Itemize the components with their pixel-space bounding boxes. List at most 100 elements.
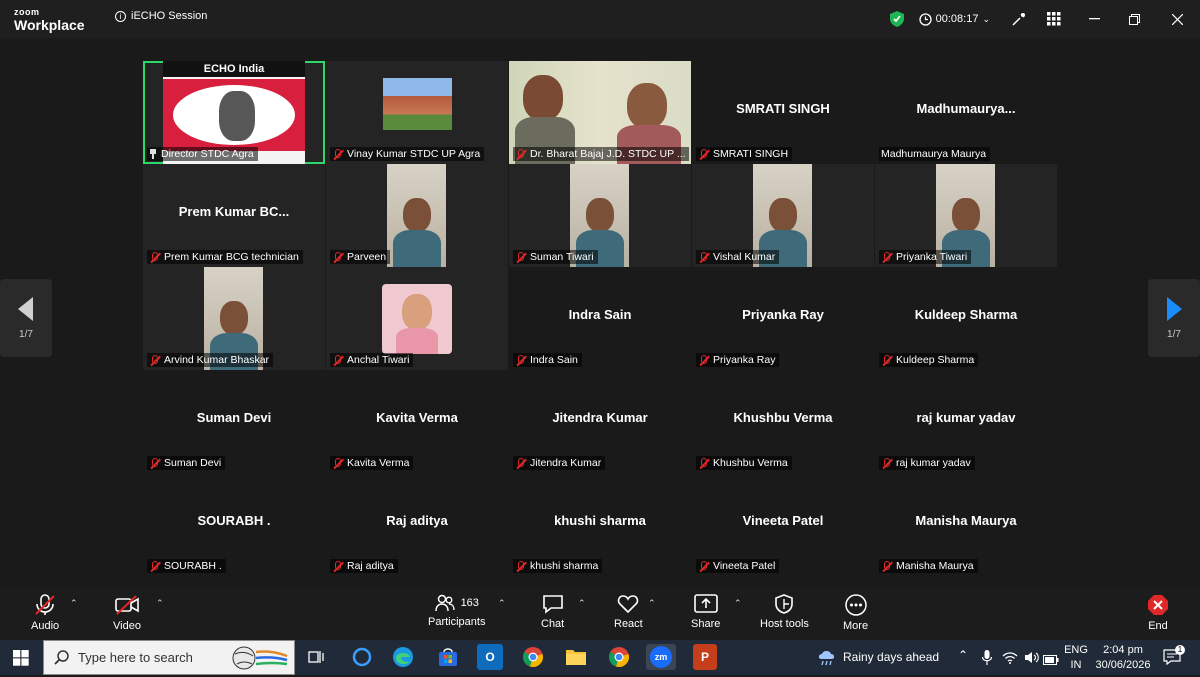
search-icon	[54, 649, 69, 665]
participant-tile[interactable]: SOURABH . SOURABH .	[143, 473, 325, 576]
participant-name: Manisha Maurya	[896, 560, 974, 572]
participant-tile[interactable]: Vinay Kumar STDC UP Agra	[326, 61, 508, 164]
shield-icon[interactable]	[887, 0, 907, 38]
minimize-icon[interactable]	[1074, 0, 1114, 38]
windows-start-icon[interactable]	[13, 650, 29, 671]
arrow-left-icon	[18, 296, 33, 321]
participant-tile[interactable]: Vishal Kumar	[692, 164, 874, 267]
share-button[interactable]: Share	[691, 594, 720, 630]
participant-name-label: Arvind Kumar Bhaskar	[147, 353, 274, 367]
participant-display-name: Raj aditya	[386, 513, 448, 528]
participant-tile[interactable]: Dr. Bharat Bajaj J.D. STDC UP ...	[509, 61, 691, 164]
wifi-icon[interactable]	[1002, 651, 1018, 669]
file-explorer-icon[interactable]	[563, 644, 589, 670]
task-view-icon[interactable]	[303, 644, 329, 670]
volume-icon[interactable]	[1024, 651, 1040, 669]
session-info[interactable]: i iECHO Session	[115, 10, 207, 22]
participants-options-caret[interactable]: ⌃	[498, 598, 506, 609]
timer-text: 00:08:17	[935, 13, 979, 25]
annotate-icon[interactable]	[1004, 0, 1034, 38]
host-tools-button[interactable]: Host tools	[760, 594, 809, 630]
video-button[interactable]: Video	[113, 594, 141, 632]
participant-name-label: Indra Sain	[513, 353, 582, 367]
participant-tile[interactable]: raj kumar yadav raj kumar yadav	[875, 370, 1057, 473]
host-tools-label: Host tools	[760, 618, 809, 630]
battery-icon[interactable]	[1043, 652, 1059, 670]
participant-tile[interactable]: Arvind Kumar Bhaskar	[143, 267, 325, 370]
participant-tile[interactable]: ECHO India Director STDC Agra	[143, 61, 325, 164]
clock[interactable]: 2:04 pm 30/06/2026	[1094, 643, 1152, 673]
participant-tile[interactable]: Prem Kumar BC... Prem Kumar BCG technicia…	[143, 164, 325, 267]
notification-icon[interactable]: 1	[1163, 645, 1185, 670]
participant-name: Raj aditya	[347, 560, 394, 572]
participants-button[interactable]: 163 Participants	[428, 594, 485, 628]
participant-tile[interactable]: Suman Tiwari	[509, 164, 691, 267]
audio-button[interactable]: Audio	[31, 594, 59, 632]
participant-tile[interactable]: Priyanka Ray Priyanka Ray	[692, 267, 874, 370]
share-options-caret[interactable]: ⌃	[734, 598, 742, 609]
weather-text[interactable]: Rainy days ahead	[843, 650, 939, 665]
restore-icon[interactable]	[1114, 0, 1154, 38]
video-options-caret[interactable]: ⌃	[156, 598, 164, 609]
participant-tile[interactable]: Priyanka Tiwari	[875, 164, 1057, 267]
participant-tile[interactable]: khushi sharma khushi sharma	[509, 473, 691, 576]
participant-tile[interactable]: Kuldeep Sharma Kuldeep Sharma	[875, 267, 1057, 370]
zoom-taskbar-icon[interactable]: zm	[646, 644, 676, 670]
info-icon[interactable]: i	[115, 10, 126, 22]
pin-icon	[149, 149, 158, 159]
taskbar-search-box[interactable]: Type here to search	[43, 640, 295, 675]
gallery-grid: ECHO India Director STDC Agra Vinay Kumar …	[143, 61, 1057, 576]
mic-off-icon	[149, 354, 161, 366]
audio-options-caret[interactable]: ⌃	[70, 598, 78, 609]
participant-tile[interactable]: SMRATI SINGH SMRATI SINGH	[692, 61, 874, 164]
mic-off-icon	[332, 148, 344, 160]
participants-icon	[434, 594, 455, 612]
participants-label: Participants	[428, 616, 486, 628]
react-button[interactable]: React	[614, 594, 643, 630]
edge-icon[interactable]	[390, 644, 416, 670]
participant-tile[interactable]: Manisha Maurya Manisha Maurya	[875, 473, 1057, 576]
language-indicator[interactable]: ENG IN	[1064, 643, 1088, 673]
participant-tile[interactable]: Suman Devi Suman Devi	[143, 370, 325, 473]
participant-display-name: SMRATI SINGH	[736, 101, 830, 116]
cortana-icon[interactable]	[349, 644, 375, 670]
microphone-tray-icon[interactable]	[981, 650, 993, 670]
participant-tile[interactable]: Jitendra Kumar Jitendra Kumar	[509, 370, 691, 473]
participant-name-label: Jitendra Kumar	[513, 456, 606, 470]
mic-off-icon	[698, 457, 710, 469]
grid-view-icon[interactable]	[1034, 0, 1074, 38]
previous-page-button[interactable]: 1/7	[0, 279, 52, 357]
chrome-profile-icon[interactable]	[606, 644, 632, 670]
participant-tile[interactable]: Anchal Tiwari	[326, 267, 508, 370]
chat-options-caret[interactable]: ⌃	[578, 598, 586, 609]
next-page-button[interactable]: 1/7	[1148, 279, 1200, 357]
mic-off-icon	[881, 251, 893, 263]
participant-tile[interactable]: Kavita Verma Kavita Verma	[326, 370, 508, 473]
tray-overflow-icon[interactable]: ⌃	[958, 648, 968, 663]
mic-off-icon	[698, 148, 710, 160]
weather-icon[interactable]	[816, 648, 838, 673]
react-options-caret[interactable]: ⌃	[648, 598, 656, 609]
chat-label: Chat	[541, 618, 565, 630]
participant-name: SOURABH .	[164, 560, 222, 572]
participant-name: Suman Devi	[164, 457, 222, 469]
participant-tile[interactable]: Parveen	[326, 164, 508, 267]
chat-button[interactable]: Chat	[541, 594, 564, 630]
participant-tile[interactable]: Madhumaurya... Madhumaurya Maurya	[875, 61, 1057, 164]
participant-tile[interactable]: Indra Sain Indra Sain	[509, 267, 691, 370]
close-icon[interactable]	[1154, 0, 1200, 38]
outlook-icon[interactable]: O	[477, 644, 503, 670]
participant-name: Dr. Bharat Bajaj J.D. STDC UP ...	[530, 148, 686, 160]
participant-tile[interactable]: Raj aditya Raj aditya	[326, 473, 508, 576]
more-button[interactable]: More	[843, 594, 868, 632]
meeting-timer[interactable]: 00:08:17 ⌄	[918, 12, 990, 26]
participant-tile[interactable]: Vineeta Patel Vineeta Patel	[692, 473, 874, 576]
powerpoint-icon[interactable]: P	[693, 644, 717, 670]
participant-display-name: Priyanka Ray	[742, 307, 824, 322]
microsoft-store-icon[interactable]	[435, 644, 461, 670]
chrome-icon[interactable]	[520, 644, 546, 670]
participant-display-name: Vineeta Patel	[742, 513, 824, 528]
end-meeting-button[interactable]: End	[1147, 594, 1169, 632]
participant-name-label: Manisha Maurya	[879, 559, 978, 573]
participant-tile[interactable]: Khushbu Verma Khushbu Verma	[692, 370, 874, 473]
